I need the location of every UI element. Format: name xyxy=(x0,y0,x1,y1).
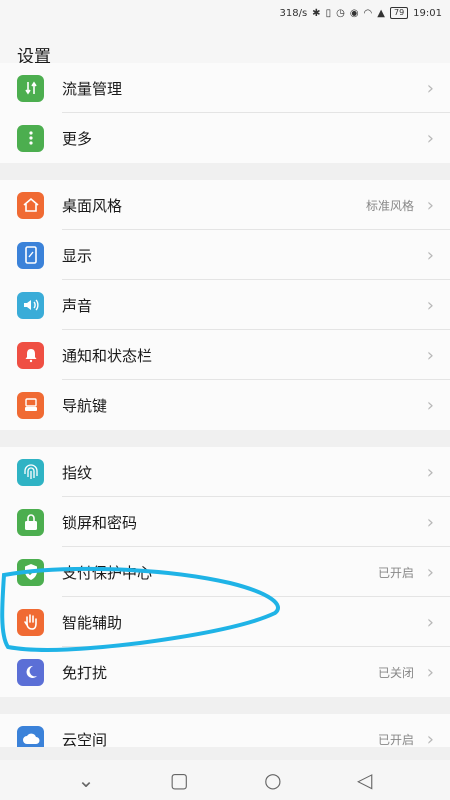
settings-item-cloud[interactable]: 云空间 已开启 › xyxy=(0,714,450,747)
battery-indicator: 79 xyxy=(389,7,409,19)
system-nav-bar: ⌄ ▢ ○ ◁ xyxy=(0,760,450,800)
chevron-right-icon: › xyxy=(426,394,434,416)
home-icon xyxy=(17,191,44,219)
settings-item-sound[interactable]: 声音 › xyxy=(0,280,450,330)
chevron-right-icon: › xyxy=(426,194,434,216)
settings-item-label: 流量管理 xyxy=(62,79,123,98)
chevron-right-icon: › xyxy=(426,344,434,366)
settings-item-label: 智能辅助 xyxy=(62,613,123,632)
chevron-right-icon: › xyxy=(426,244,434,266)
settings-item-traffic[interactable]: 流量管理 › xyxy=(0,63,450,113)
chevron-right-icon: › xyxy=(426,294,434,316)
alarm-icon: ◷ xyxy=(336,7,345,19)
vibrate-icon: ▯ xyxy=(325,7,332,19)
group-separator xyxy=(0,697,450,714)
settings-item-label: 支付保护中心 xyxy=(62,563,153,582)
shield-icon xyxy=(17,558,44,586)
settings-item-value: 标准风格 xyxy=(365,198,414,213)
display-icon xyxy=(17,241,44,269)
settings-item-value: 已开启 xyxy=(377,565,414,580)
settings-item-value: 已关闭 xyxy=(377,665,414,680)
chevron-right-icon: › xyxy=(426,728,434,748)
chevron-right-icon: › xyxy=(426,661,434,683)
wifi-icon: ◠ xyxy=(363,7,373,19)
lock-icon xyxy=(17,508,44,536)
settings-item-label: 桌面风格 xyxy=(62,196,123,215)
chevron-down-icon[interactable]: ⌄ xyxy=(78,768,95,792)
chevron-right-icon: › xyxy=(426,611,434,633)
settings-item-label: 免打扰 xyxy=(62,663,108,682)
settings-group-network: 流量管理 › 更多 › xyxy=(0,63,450,163)
settings-item-display[interactable]: 显示 › xyxy=(0,230,450,280)
more-icon xyxy=(17,124,44,152)
chevron-right-icon: › xyxy=(426,561,434,583)
settings-group-security: 指纹 › 锁屏和密码 › 支付保护中心 已开启 › 智能辅助 › 免打扰 已关闭… xyxy=(0,447,450,697)
settings-item-notify[interactable]: 通知和状态栏 › xyxy=(0,330,450,380)
settings-item-more[interactable]: 更多 › xyxy=(0,113,450,163)
clock: 19:01 xyxy=(413,7,442,19)
settings-group-account: 云空间 已开启 › xyxy=(0,714,450,747)
settings-item-value: 已开启 xyxy=(377,732,414,747)
settings-item-label: 云空间 xyxy=(62,730,108,748)
settings-list[interactable]: 流量管理 › 更多 › 桌面风格 标准风格 › 显示 › 声音 › 通知和状态栏… xyxy=(0,63,450,747)
settings-item-label: 导航键 xyxy=(62,396,108,415)
hand-icon xyxy=(17,608,44,636)
cloud-icon xyxy=(17,725,44,747)
chevron-right-icon: › xyxy=(426,461,434,483)
recent-apps-icon[interactable]: ▢ xyxy=(170,768,189,792)
settings-item-label: 指纹 xyxy=(62,463,93,482)
settings-item-lockscreen[interactable]: 锁屏和密码 › xyxy=(0,497,450,547)
settings-item-navkey[interactable]: 导航键 › xyxy=(0,380,450,430)
home-circle-icon[interactable]: ○ xyxy=(264,768,281,792)
settings-item-label: 声音 xyxy=(62,296,93,315)
settings-item-label: 显示 xyxy=(62,246,93,265)
speaker-icon xyxy=(17,291,44,319)
network-speed: 318/s xyxy=(279,7,308,19)
settings-item-label: 通知和状态栏 xyxy=(62,346,153,365)
settings-item-dnd[interactable]: 免打扰 已关闭 › xyxy=(0,647,450,697)
chevron-right-icon: › xyxy=(426,127,434,149)
chevron-right-icon: › xyxy=(426,77,434,99)
chevron-right-icon: › xyxy=(426,511,434,533)
fingerprint-icon xyxy=(17,458,44,486)
traffic-icon xyxy=(17,74,44,102)
settings-item-payment[interactable]: 支付保护中心 已开启 › xyxy=(0,547,450,597)
status-bar: 318/s ✱ ▯ ◷ ◉ ◠ ▲ 79 19:01 xyxy=(0,0,450,26)
eye-icon: ◉ xyxy=(349,7,359,19)
group-separator xyxy=(0,430,450,447)
settings-item-label: 更多 xyxy=(62,129,93,148)
group-separator xyxy=(0,163,450,180)
navkey-icon xyxy=(17,391,44,419)
signal-icon: ▲ xyxy=(377,7,385,19)
settings-item-assist[interactable]: 智能辅助 › xyxy=(0,597,450,647)
settings-item-desktop[interactable]: 桌面风格 标准风格 › xyxy=(0,180,450,230)
bluetooth-icon: ✱ xyxy=(312,7,321,19)
settings-group-appearance: 桌面风格 标准风格 › 显示 › 声音 › 通知和状态栏 › 导航键 › xyxy=(0,180,450,430)
settings-item-label: 锁屏和密码 xyxy=(62,513,138,532)
moon-icon xyxy=(17,658,44,686)
settings-item-fingerprint[interactable]: 指纹 › xyxy=(0,447,450,497)
bell-icon xyxy=(17,341,44,369)
back-icon[interactable]: ◁ xyxy=(357,768,372,792)
